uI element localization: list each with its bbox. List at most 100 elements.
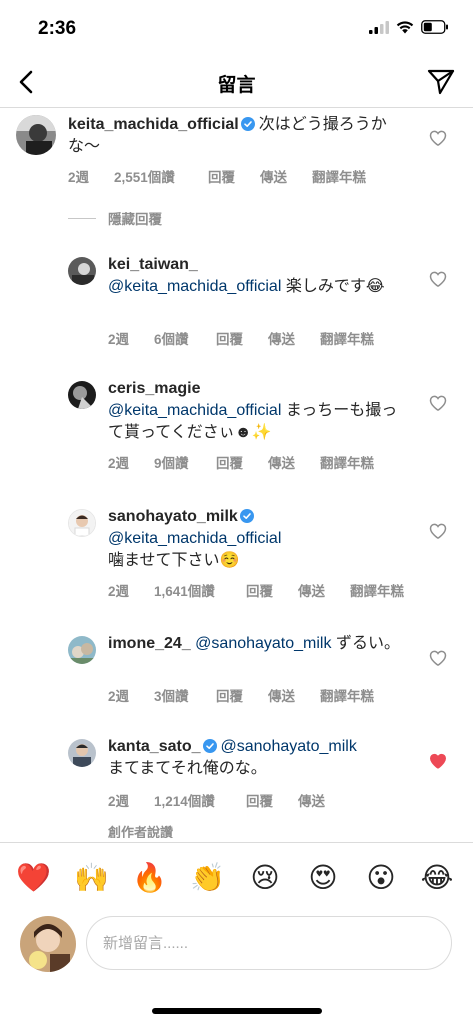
- like-heart-icon[interactable]: [428, 393, 448, 413]
- comment-time: 2週: [108, 689, 130, 704]
- comment-composer: [0, 912, 473, 982]
- verified-badge-icon: [240, 117, 255, 131]
- comment-username[interactable]: kanta_sato_: [108, 738, 201, 755]
- reply-button[interactable]: 回覆: [246, 580, 298, 600]
- emoji-heart-eyes-button[interactable]: 😍: [306, 861, 340, 895]
- reply-button[interactable]: 回覆: [216, 328, 268, 348]
- page-title: 留言: [217, 75, 256, 96]
- comment-body: keita_machida_official 次はどう撮ろうかな〜: [68, 114, 398, 158]
- send-button[interactable]: 傳送: [268, 328, 320, 348]
- comment-username[interactable]: sanohayato_milk: [108, 508, 238, 525]
- reply-comment: imone_24_ @sanohayato_milk ずるい。 2週 3個讚 回…: [0, 633, 473, 713]
- comment-meta: 2週 6個讚 回覆 傳送 翻譯年糕: [108, 328, 374, 348]
- like-heart-icon[interactable]: [428, 128, 448, 148]
- comment-input[interactable]: [86, 916, 452, 970]
- comment-mention[interactable]: @keita_machida_official: [108, 530, 281, 547]
- comment-meta: 2週 1,641個讚 回覆 傳送 翻譯年糕: [108, 580, 404, 600]
- emoji-clapping-button[interactable]: 👏: [190, 861, 225, 895]
- comment-username[interactable]: kei_taiwan_: [108, 256, 198, 273]
- wifi-icon: [396, 21, 414, 34]
- like-count[interactable]: 1,214個讚: [154, 790, 246, 810]
- emoji-crying-button[interactable]: 😢: [248, 861, 282, 895]
- home-indicator: [152, 1008, 322, 1014]
- send-button[interactable]: 傳送: [268, 685, 320, 705]
- avatar[interactable]: [68, 636, 96, 664]
- comment-meta: 2週 3個讚 回覆 傳送 翻譯年糕: [108, 685, 374, 705]
- like-count[interactable]: 6個讚: [154, 328, 216, 348]
- reply-button[interactable]: 回覆: [216, 452, 268, 472]
- status-bar: 2:36: [0, 0, 473, 56]
- send-button[interactable]: 傳送: [260, 166, 312, 186]
- reply-button[interactable]: 回覆: [246, 790, 298, 810]
- translate-button[interactable]: 翻譯年糕: [320, 452, 374, 472]
- send-button[interactable]: 傳送: [298, 580, 350, 600]
- share-button[interactable]: [423, 64, 459, 100]
- hide-replies-button[interactable]: 隱藏回覆: [68, 208, 162, 228]
- like-count[interactable]: 1,641個讚: [154, 580, 246, 600]
- verified-badge-icon: [202, 739, 217, 753]
- comment-mention[interactable]: @keita_machida_official: [108, 278, 281, 295]
- like-heart-filled-icon[interactable]: [428, 751, 448, 771]
- reply-button[interactable]: 回覆: [208, 166, 260, 186]
- reply-comment: kei_taiwan_ @keita_machida_official 楽しみで…: [0, 254, 473, 354]
- comment-username[interactable]: imone_24_: [108, 635, 191, 652]
- send-button[interactable]: 傳送: [268, 452, 320, 472]
- comment-body: ceris_magie @keita_machida_official まっちー…: [108, 378, 408, 444]
- send-button[interactable]: 傳送: [298, 790, 350, 810]
- comment-username[interactable]: keita_machida_official: [68, 116, 239, 133]
- comment-username[interactable]: ceris_magie: [108, 380, 201, 397]
- comment-time: 2週: [108, 794, 130, 809]
- comment-meta: 2週 9個讚 回覆 傳送 翻譯年糕: [108, 452, 374, 472]
- comment-time: 2週: [108, 456, 130, 471]
- emoji-laughing-button[interactable]: 😂: [420, 861, 454, 895]
- comment-time: 2週: [68, 170, 90, 185]
- like-heart-icon[interactable]: [428, 648, 448, 668]
- status-icons: [369, 20, 449, 34]
- parent-comment: keita_machida_official 次はどう撮ろうかな〜 2週 2,55…: [0, 108, 473, 198]
- status-time: 2:36: [38, 18, 77, 39]
- avatar[interactable]: [68, 381, 96, 409]
- emoji-raised-hands-button[interactable]: 🙌: [74, 861, 109, 895]
- comment-time: 2週: [108, 332, 130, 347]
- like-count[interactable]: 2,551個讚: [114, 166, 208, 186]
- avatar[interactable]: [68, 739, 96, 767]
- comment-body: imone_24_ @sanohayato_milk ずるい。: [108, 633, 408, 655]
- translate-button[interactable]: 翻譯年糕: [320, 685, 374, 705]
- avatar[interactable]: [16, 115, 56, 155]
- reply-button[interactable]: 回覆: [216, 685, 268, 705]
- comment-text: 楽しみです😂: [285, 278, 385, 295]
- comments-list: keita_machida_official 次はどう撮ろうかな〜 2週 2,55…: [0, 108, 473, 838]
- like-count[interactable]: 3個讚: [154, 685, 216, 705]
- emoji-surprised-button[interactable]: 😮: [364, 861, 398, 895]
- battery-icon: [421, 20, 448, 34]
- comment-mention[interactable]: @sanohayato_milk: [221, 738, 357, 755]
- like-count[interactable]: 9個讚: [154, 452, 216, 472]
- comment-mention[interactable]: @keita_machida_official: [108, 402, 281, 419]
- like-heart-icon[interactable]: [428, 521, 448, 541]
- header-bar: 留言: [0, 56, 473, 108]
- hide-replies-label: 隱藏回覆: [108, 212, 162, 227]
- emoji-heart-button[interactable]: ❤️: [16, 861, 51, 895]
- comment-text: 噛ませて下さい☺️: [108, 552, 240, 569]
- translate-button[interactable]: 翻譯年糕: [320, 328, 374, 348]
- emoji-quick-bar: ❤️ 🙌 🔥 👏 😢 😍 😮 😂: [0, 842, 473, 912]
- creator-liked-label: 創作者說讚: [108, 825, 174, 838]
- paper-plane-icon: [427, 69, 455, 95]
- divider: [68, 217, 96, 219]
- translate-button[interactable]: 翻譯年糕: [312, 166, 366, 186]
- reply-comment: sanohayato_milk @keita_machida_official …: [0, 506, 473, 606]
- like-heart-icon[interactable]: [428, 269, 448, 289]
- avatar[interactable]: [68, 509, 96, 537]
- avatar[interactable]: [68, 257, 96, 285]
- comment-body: kei_taiwan_ @keita_machida_official 楽しみで…: [108, 254, 408, 298]
- translate-button[interactable]: 翻譯年糕: [350, 580, 404, 600]
- comment-body: kanta_sato_ @sanohayato_milk まてまてそれ俺のな。: [108, 736, 408, 780]
- comment-text: ずるい。: [335, 635, 400, 652]
- comment-mention[interactable]: @sanohayato_milk: [195, 635, 331, 652]
- cellular-signal-icon: [369, 20, 389, 34]
- comment-text: まてまてそれ俺のな。: [108, 760, 267, 777]
- reply-comment: ceris_magie @keita_machida_official まっちー…: [0, 378, 473, 478]
- emoji-fire-button[interactable]: 🔥: [132, 861, 167, 895]
- reply-comment: kanta_sato_ @sanohayato_milk まてまてそれ俺のな。 2…: [0, 736, 473, 816]
- comment-time: 2週: [108, 584, 130, 599]
